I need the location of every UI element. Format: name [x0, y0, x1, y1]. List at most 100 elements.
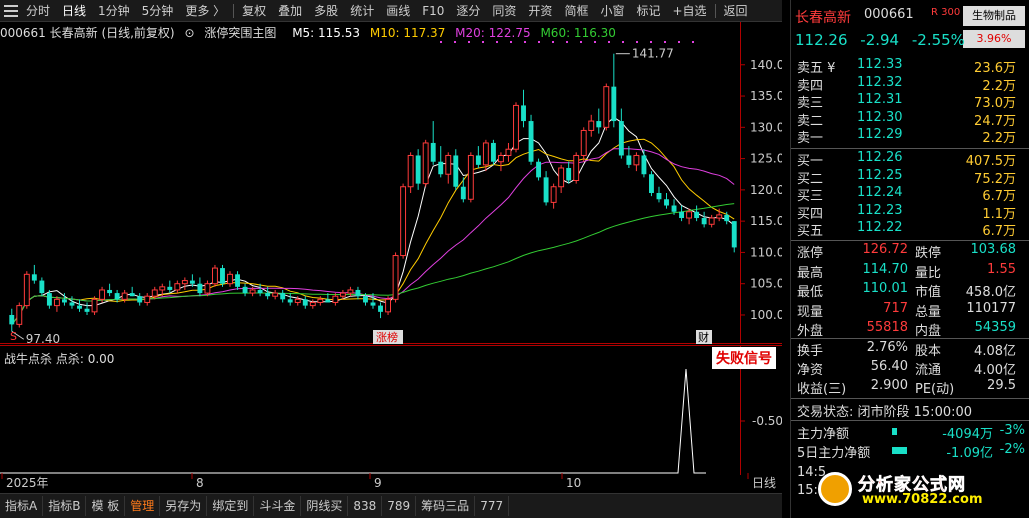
- candle-body: [694, 211, 700, 219]
- toolbar-button[interactable]: 1分钟: [92, 0, 136, 22]
- indicator-tab[interactable]: 管理: [125, 496, 161, 516]
- toolbar-button[interactable]: 分时: [20, 0, 56, 22]
- order-book-row[interactable]: 卖四 112.32 2.2万: [791, 75, 1029, 94]
- indicator-tab[interactable]: 阴线买: [301, 496, 349, 516]
- indicator-tab[interactable]: 838: [348, 496, 383, 516]
- toolbar-button[interactable]: 叠加: [272, 0, 308, 22]
- indicator-tab[interactable]: 777: [475, 496, 510, 516]
- order-book-row[interactable]: 卖二 112.30 24.7万: [791, 110, 1029, 129]
- s-marker: S: [10, 330, 17, 343]
- toolbar-button[interactable]: 标记: [630, 0, 666, 22]
- order-book-row[interactable]: 卖五 ¥ 112.33 23.6万: [791, 57, 1029, 76]
- indicator-tab[interactable]: 筹码三品: [416, 496, 476, 516]
- level-label: 卖一: [797, 131, 824, 147]
- toolbar-button[interactable]: 多股: [308, 0, 344, 22]
- level-volume: 2.2万: [982, 78, 1016, 94]
- level-label: 买一: [797, 154, 824, 169]
- subchart-title: 战牛点杀: [4, 352, 53, 366]
- level-label: 卖三: [797, 96, 824, 112]
- toolbar-button[interactable]: 简框: [558, 0, 594, 22]
- stat-row: 最高 114.70 量比 1.55: [791, 262, 1029, 282]
- candlestick-chart[interactable]: 140.0 135.0 130.0 125.0 120.0 115.0 110.0 105.0…: [0, 22, 782, 344]
- level-volume: 75.2万: [974, 171, 1016, 187]
- stat-row: 现量 717 总量 110177: [791, 301, 1029, 321]
- candle-body: [53, 298, 60, 307]
- stat-label: 流通: [915, 363, 942, 378]
- toolbar-button[interactable]: 画线: [380, 0, 416, 22]
- stat-value: 110177: [966, 300, 1016, 316]
- flow-value: -4094万: [942, 427, 993, 442]
- candle-body: [385, 298, 391, 313]
- candle-body: [438, 161, 444, 175]
- indicator-tab[interactable]: 指标A: [0, 496, 44, 516]
- candle-body: [91, 298, 98, 313]
- toolbar-button[interactable]: 复权: [236, 0, 272, 22]
- signal-dot: [608, 41, 610, 43]
- toolbar-button[interactable]: 5分钟: [136, 0, 180, 22]
- toolbar-button[interactable]: 逐分: [450, 0, 486, 22]
- stock-name[interactable]: 长春高新: [795, 7, 851, 27]
- toolbar-button[interactable]: 小窗: [594, 0, 630, 22]
- order-book-row[interactable]: 买一 112.26 407.5万: [791, 150, 1029, 169]
- flow-label: 主力净额: [797, 427, 850, 442]
- candle-body: [415, 155, 421, 184]
- stat-label: 净资: [797, 363, 824, 378]
- site-watermark: 分析家公式网 www.70822.com: [818, 470, 1024, 510]
- candle-body: [339, 292, 346, 297]
- candle-body: [114, 293, 120, 300]
- stat-label: 外盘: [797, 324, 824, 340]
- candle-body: [633, 154, 640, 166]
- candle-body: [596, 121, 602, 128]
- price-line: 112.26 -2.94 -2.55%: [795, 31, 973, 49]
- order-book-row[interactable]: 买四 112.23 1.1万: [791, 203, 1029, 222]
- toolbar-button[interactable]: 返回: [718, 0, 754, 22]
- candle-body: [257, 289, 263, 294]
- indicator-tab[interactable]: 另存为: [160, 496, 208, 516]
- low-marker: 97.40: [26, 332, 60, 344]
- candle-body: [453, 155, 459, 187]
- indicator-tab[interactable]: 斗斗金: [254, 496, 302, 516]
- order-book-row[interactable]: 卖一 112.29 2.2万: [791, 127, 1029, 147]
- toolbar-button[interactable]: 日线: [56, 0, 92, 22]
- ma10-label: M10: 117.37: [369, 26, 446, 40]
- indicator-tab[interactable]: 789: [382, 496, 417, 516]
- candle-body: [580, 129, 587, 156]
- stat-label: 现量: [797, 304, 824, 320]
- flow-pct: -3%: [999, 423, 1025, 438]
- order-book-row[interactable]: 卖三 112.31 73.0万: [791, 92, 1029, 112]
- toolbar-button[interactable]: 更多 〉: [179, 0, 231, 22]
- order-book-row[interactable]: 买五 112.22 6.7万: [791, 220, 1029, 239]
- fail-signal-label: 失败信号: [712, 347, 776, 369]
- candle-body: [708, 217, 715, 225]
- candle-body: [69, 302, 75, 306]
- y-tick-label: 115.0: [750, 214, 782, 228]
- order-book-row[interactable]: 买三 112.24 6.7万: [791, 185, 1029, 204]
- indicator-subchart[interactable]: -0.50 2025年 8 9 10 日线: [0, 345, 782, 493]
- indicator-tab[interactable]: 绑定到: [207, 496, 255, 516]
- stat-label: 市值: [915, 285, 942, 301]
- indicator-tab[interactable]: 指标B: [43, 496, 87, 516]
- industry-badge[interactable]: 生物制品: [963, 6, 1025, 26]
- menu-icon[interactable]: [4, 4, 18, 17]
- candle-body: [317, 298, 324, 303]
- order-book-row[interactable]: 买二 112.25 75.2万: [791, 168, 1029, 187]
- trade-status: 交易状态: 闭市阶段 15:00:00: [797, 405, 973, 420]
- toolbar-button[interactable]: 统计: [344, 0, 380, 22]
- zhangbang-badge: 涨榜: [376, 330, 398, 344]
- toolbar-button[interactable]: F10: [416, 0, 450, 22]
- signal-dot: [622, 41, 624, 43]
- stat-value: 55818: [866, 320, 908, 336]
- divider: [791, 338, 1029, 339]
- toolbar-button[interactable]: 开资: [522, 0, 558, 22]
- y-tick-label: 140.0: [750, 58, 782, 72]
- toolbar-button[interactable]: 同资: [486, 0, 522, 22]
- candle-body: [460, 186, 466, 200]
- toolbar-button[interactable]: +自选: [666, 0, 712, 22]
- y-tick-label: 135.0: [750, 89, 782, 103]
- stat-value: 4.00亿: [974, 363, 1016, 378]
- signal-dot: [636, 41, 638, 43]
- candle-body: [573, 154, 580, 181]
- stat-value: 717: [883, 300, 908, 316]
- indicator-selector[interactable]: ⊙ 涨停突围主图: [184, 26, 282, 40]
- indicator-tab[interactable]: 模 板: [86, 496, 126, 516]
